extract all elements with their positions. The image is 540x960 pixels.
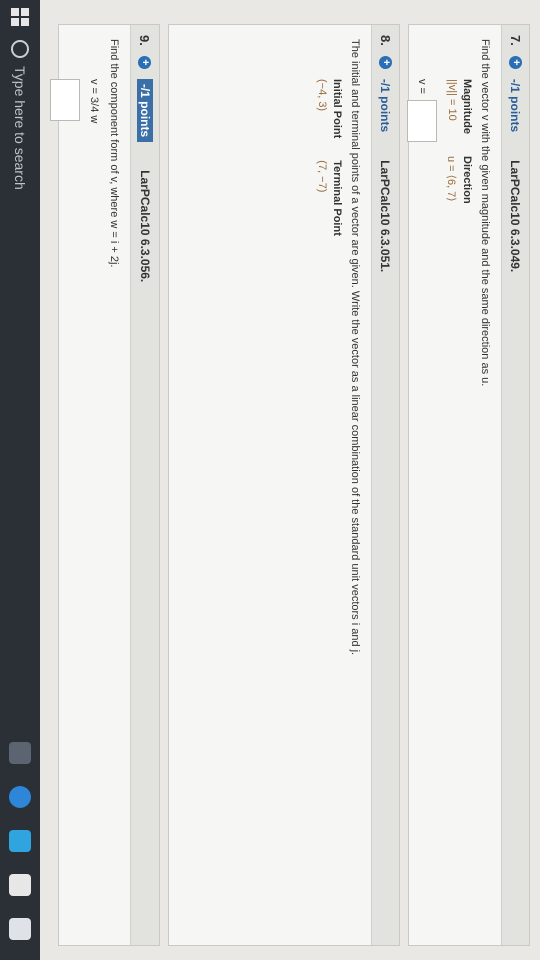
question-source: LarPCalc10 6.3.049. [508, 160, 523, 273]
question-source: LarPCalc10 6.3.056. [138, 170, 152, 283]
question-prompt: The initial and terminal points of a vec… [349, 39, 361, 656]
question-number: 8. [378, 35, 393, 46]
rotated-screen: 7. + -/1 points LarPCalc10 6.3.049. Find… [0, 0, 540, 960]
question-7-header: 7. + -/1 points LarPCalc10 6.3.049. [501, 25, 529, 945]
points-label: -/1 points [137, 78, 153, 143]
initial-point-value: (−4, 3) [316, 79, 328, 112]
expand-icon[interactable]: + [379, 55, 392, 69]
terminal-point-value: (7, −7) [316, 160, 328, 193]
question-source: LarPCalc10 6.3.051. [378, 160, 393, 273]
question-9-card: 9. + -/1 points LarPCalc10 6.3.056. Find… [50, 24, 160, 946]
column-header: Magnitude [461, 79, 473, 134]
search-placeholder: Type here to search [12, 66, 28, 190]
answer-input[interactable] [50, 79, 80, 121]
file-explorer-icon[interactable] [9, 830, 31, 852]
column-header: Initial Point [331, 79, 343, 139]
taskbar-search[interactable]: Type here to search [11, 40, 29, 270]
taskbar: Type here to search [0, 0, 40, 960]
edge-browser-icon[interactable] [9, 786, 31, 808]
store-icon[interactable] [9, 874, 31, 896]
magnitude-value: ||v|| = 10 [446, 79, 458, 121]
answer-input[interactable] [407, 99, 437, 142]
search-icon [11, 40, 29, 58]
question-7-card: 7. + -/1 points LarPCalc10 6.3.049. Find… [407, 24, 530, 946]
question-8-header: 8. + -/1 points LarPCalc10 6.3.051. [371, 25, 399, 945]
formula-text: v = 3/4 w [88, 79, 100, 124]
windows-start-icon[interactable] [11, 8, 29, 26]
task-view-icon[interactable] [9, 742, 31, 764]
column-header: Terminal Point [331, 160, 343, 236]
mail-icon[interactable] [9, 918, 31, 940]
question-prompt: Find the vector v with the given magnitu… [479, 39, 491, 387]
points-label: -/1 points [378, 78, 393, 133]
points-label: -/1 points [508, 78, 523, 133]
expand-icon[interactable]: + [509, 55, 522, 69]
question-number: 9. [137, 35, 153, 46]
question-9-header: 9. + -/1 points LarPCalc10 6.3.056. [130, 25, 159, 945]
expand-icon[interactable]: + [138, 55, 152, 69]
direction-value: u = ⟨6, 7⟩ [445, 156, 457, 202]
question-number: 7. [508, 35, 523, 46]
answer-label: v = [416, 79, 428, 94]
column-header: Direction [461, 156, 473, 204]
question-8-card: 8. + -/1 points LarPCalc10 6.3.051. The … [168, 24, 400, 946]
question-prompt: Find the component form of v, where w = … [108, 39, 120, 268]
